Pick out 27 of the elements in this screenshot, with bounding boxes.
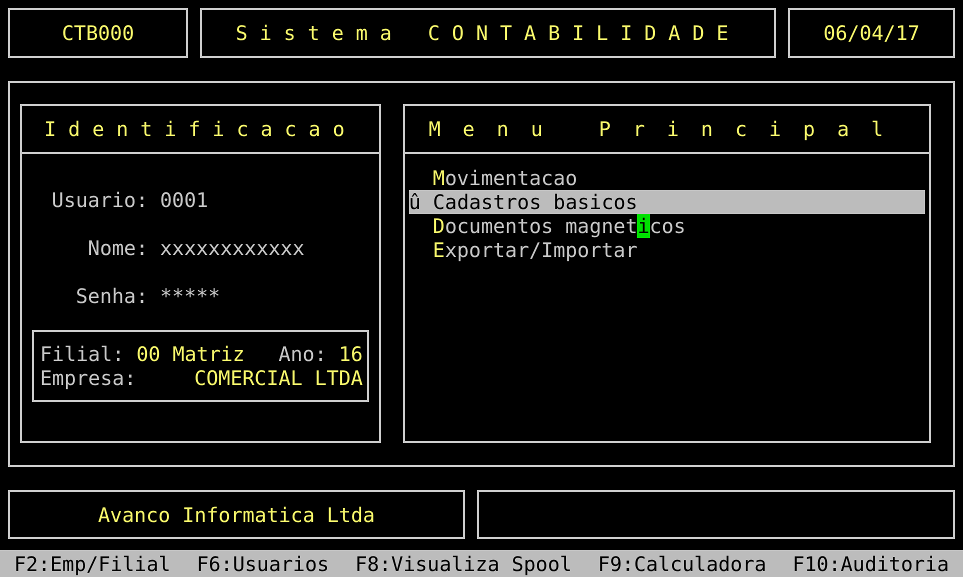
field-value: ***** [160,284,222,308]
panel-title: Identificacao [22,106,379,154]
function-key[interactable]: F2:Emp/Filial [14,552,171,576]
field-value: xxxxxxxxxxxx [160,236,306,260]
field-label: Filial: [40,342,124,366]
program-code: CTB000 [8,8,188,58]
field-value: 16 [338,342,363,366]
function-key[interactable]: F10:Auditoria [792,552,949,576]
field-label: Usuario: [50,188,148,212]
function-key[interactable]: F8:Visualiza Spool [355,552,572,576]
panel-title: Menu Principal [404,106,929,154]
menu-item[interactable]: Movimentacao [408,166,925,190]
system-title: Sistema CONTABILIDADE [200,8,776,58]
function-key[interactable]: F6:Usuarios [196,552,330,576]
menu-item[interactable]: Exportar/Importar [408,238,925,262]
menu-item[interactable]: û Cadastros basicos [408,190,925,214]
field-value: 00 Matriz [136,342,245,366]
field-value: COMERCIAL LTDA [194,366,363,390]
field-label: Empresa: [40,366,136,390]
field-value: 0001 [160,188,210,212]
field-label: Senha: [74,284,148,308]
field-label: Ano: [278,342,327,366]
vendor-name: Avanco Informatica Ltda [8,490,465,539]
date-display: 06/04/17 [788,8,955,58]
menu-item[interactable]: Documentos magneticos [408,214,925,238]
field-label: Nome: [86,236,148,260]
function-key[interactable]: F9:Calculadora [598,552,766,576]
